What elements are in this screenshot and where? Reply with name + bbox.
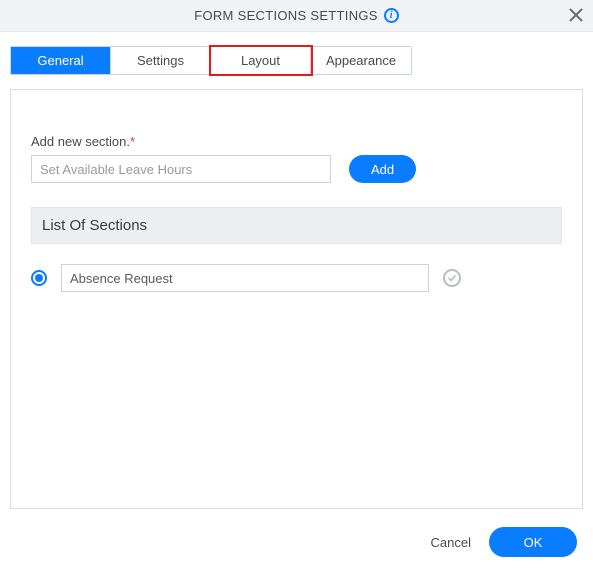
tab-general[interactable]: General <box>11 47 111 74</box>
confirm-check-icon[interactable] <box>443 269 461 287</box>
close-icon[interactable] <box>569 7 583 25</box>
add-section-input[interactable] <box>31 155 331 183</box>
tabs-container: General Settings Layout Appearance <box>0 32 593 75</box>
section-row <box>31 264 562 292</box>
section-name-input[interactable] <box>61 264 429 292</box>
tab-settings[interactable]: Settings <box>111 47 211 74</box>
ok-button[interactable]: OK <box>489 527 577 557</box>
tabs: General Settings Layout Appearance <box>10 46 412 75</box>
modal-title: FORM SECTIONS SETTINGS i <box>194 8 399 23</box>
info-icon[interactable]: i <box>384 8 399 23</box>
modal-footer: Cancel OK <box>0 519 593 571</box>
panel-general: Add new section.* Add List Of Sections <box>10 89 583 509</box>
add-section-label-text: Add new section. <box>31 134 130 149</box>
radio-dot-icon <box>35 274 43 282</box>
list-of-sections-header: List Of Sections <box>31 207 562 244</box>
cancel-button[interactable]: Cancel <box>431 535 471 550</box>
add-button[interactable]: Add <box>349 155 416 183</box>
add-section-row: Add <box>31 155 562 183</box>
section-radio[interactable] <box>31 270 47 286</box>
modal-header: FORM SECTIONS SETTINGS i <box>0 0 593 32</box>
required-asterisk: * <box>130 134 135 149</box>
modal-title-text: FORM SECTIONS SETTINGS <box>194 8 378 23</box>
tab-appearance[interactable]: Appearance <box>311 47 411 74</box>
add-section-label: Add new section.* <box>31 134 562 149</box>
tab-layout[interactable]: Layout <box>211 47 311 74</box>
